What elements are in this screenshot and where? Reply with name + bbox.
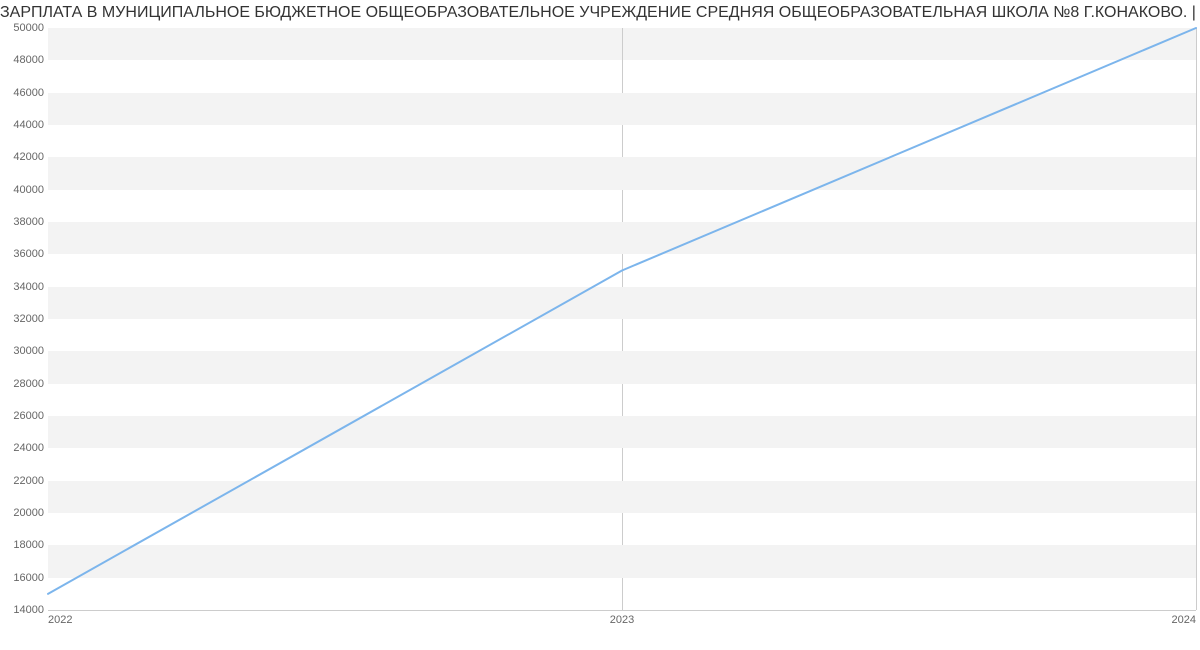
y-tick-label: 48000: [13, 54, 44, 66]
y-tick-label: 42000: [13, 151, 44, 163]
x-tick-label: 2023: [610, 614, 634, 626]
y-tick-label: 32000: [13, 313, 44, 325]
y-tick-label: 34000: [13, 281, 44, 293]
y-tick-label: 14000: [13, 604, 44, 616]
y-tick-label: 28000: [13, 378, 44, 390]
plot-area: [48, 28, 1196, 611]
y-tick-label: 26000: [13, 410, 44, 422]
y-tick-label: 18000: [13, 539, 44, 551]
y-tick-label: 44000: [13, 119, 44, 131]
y-tick-label: 38000: [13, 216, 44, 228]
chart-title: ЗАРПЛАТА В МУНИЦИПАЛЬНОЕ БЮДЖЕТНОЕ ОБЩЕО…: [0, 4, 1200, 22]
line-series: [48, 28, 1196, 610]
y-tick-label: 20000: [13, 507, 44, 519]
x-tick-label: 2024: [1172, 614, 1196, 626]
x-grid-line: [1196, 28, 1197, 610]
x-tick-label: 2022: [48, 614, 72, 626]
y-tick-label: 36000: [13, 248, 44, 260]
y-tick-label: 40000: [13, 184, 44, 196]
y-tick-label: 46000: [13, 87, 44, 99]
y-tick-label: 30000: [13, 345, 44, 357]
y-tick-label: 16000: [13, 572, 44, 584]
y-tick-label: 24000: [13, 442, 44, 454]
y-tick-label: 50000: [13, 22, 44, 34]
chart-container: ЗАРПЛАТА В МУНИЦИПАЛЬНОЕ БЮДЖЕТНОЕ ОБЩЕО…: [0, 0, 1200, 650]
y-tick-label: 22000: [13, 475, 44, 487]
